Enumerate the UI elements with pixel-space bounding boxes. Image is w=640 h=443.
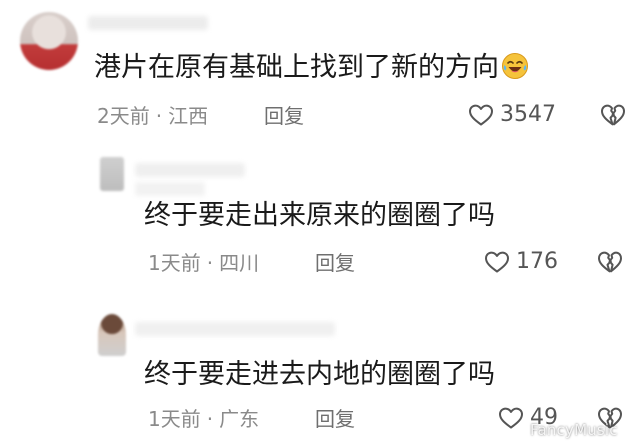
like-button[interactable]: 176 bbox=[484, 250, 558, 274]
watermark: FancyMusic bbox=[530, 421, 618, 439]
comment-text: 终于要走进去内地的圈圈了吗 bbox=[144, 359, 495, 390]
comment-list: 港片在原有基础上找到了新的方向 2天前 · 江西 回复 3547 终于要走出来原来的… bbox=[0, 0, 640, 443]
separator-dot: · bbox=[155, 104, 163, 128]
username-blurred[interactable] bbox=[135, 163, 245, 177]
heart-outline-icon bbox=[499, 407, 523, 429]
reply-button[interactable]: 回复 bbox=[264, 104, 304, 128]
dislike-button[interactable] bbox=[600, 103, 626, 131]
comment-meta: 1天前 · 广东 bbox=[148, 407, 259, 431]
comment-location: 广东 bbox=[219, 407, 260, 431]
broken-heart-icon bbox=[598, 251, 622, 273]
like-count: 3547 bbox=[500, 102, 556, 127]
like-count: 176 bbox=[516, 249, 558, 274]
reply-button[interactable]: 回复 bbox=[315, 407, 355, 431]
broken-heart-icon bbox=[601, 104, 625, 126]
username-blurred[interactable] bbox=[88, 16, 208, 30]
like-button[interactable]: 3547 bbox=[468, 103, 556, 127]
comment-location: 四川 bbox=[219, 251, 260, 275]
comment-body: 港片在原有基础上找到了新的方向 bbox=[94, 52, 499, 83]
separator-dot: · bbox=[206, 251, 214, 275]
comment-time: 1天前 bbox=[148, 407, 201, 431]
laughing-crying-emoji-icon bbox=[502, 53, 528, 79]
avatar[interactable] bbox=[20, 12, 78, 70]
comment-meta: 1天前 · 四川 bbox=[148, 251, 259, 275]
comment-time: 2天前 bbox=[97, 104, 150, 128]
avatar[interactable] bbox=[98, 314, 126, 356]
comment-time: 1天前 bbox=[148, 251, 201, 275]
separator-dot: · bbox=[206, 407, 214, 431]
username-blurred[interactable] bbox=[135, 322, 335, 336]
comment-location: 江西 bbox=[168, 104, 209, 128]
comment-text: 终于要走出来原来的圈圈了吗 bbox=[144, 200, 495, 231]
reply-button[interactable]: 回复 bbox=[315, 251, 355, 275]
comment-text: 港片在原有基础上找到了新的方向 bbox=[94, 52, 529, 84]
heart-outline-icon bbox=[469, 104, 493, 126]
avatar[interactable] bbox=[100, 157, 124, 191]
comment-meta: 2天前 · 江西 bbox=[97, 104, 208, 128]
heart-outline-icon bbox=[485, 251, 509, 273]
username-blurred-line bbox=[135, 182, 205, 196]
dislike-button[interactable] bbox=[597, 250, 623, 278]
